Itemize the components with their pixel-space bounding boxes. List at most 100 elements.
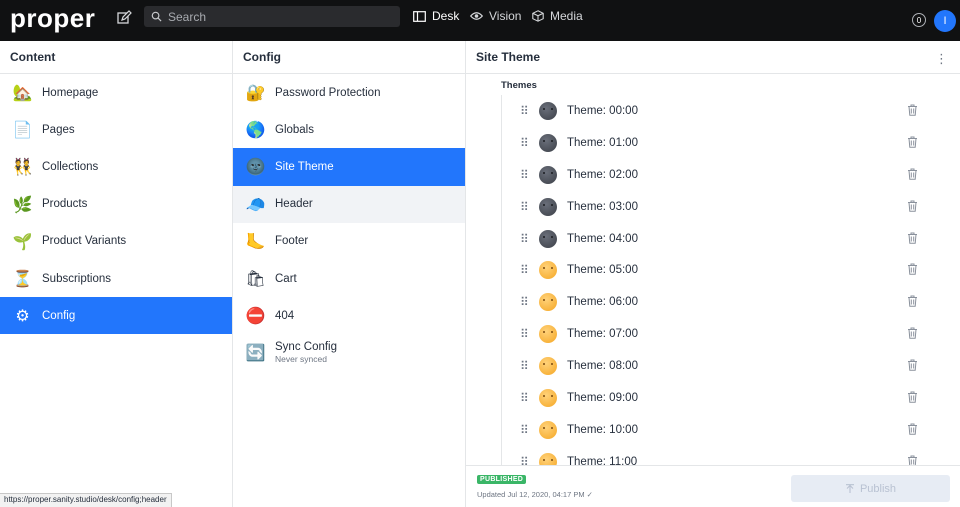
products-icon: 🌿 [12, 194, 33, 214]
user-avatar[interactable]: I [934, 10, 956, 32]
theme-row[interactable]: ⠿ Theme: 11:00 [502, 446, 946, 465]
full-moon-icon [539, 388, 557, 407]
pages-icon: 📄 [12, 120, 33, 140]
new-moon-icon [539, 197, 557, 216]
search-box[interactable] [144, 6, 400, 27]
notification-count[interactable]: 0 [912, 13, 926, 27]
tool-desk[interactable]: Desk [413, 9, 459, 23]
content-item-config[interactable]: ⚙ Config [0, 297, 232, 335]
config-item-404[interactable]: ⛔ 404 [233, 297, 465, 334]
content-item-product-variants[interactable]: 🌱 Product Variants [0, 223, 232, 260]
theme-row[interactable]: ⠿ Theme: 05:00 [502, 254, 946, 286]
theme-title: Theme: 09:00 [567, 391, 638, 404]
desk-icon [413, 10, 426, 22]
trash-icon[interactable] [907, 263, 918, 276]
full-moon-icon [539, 325, 557, 344]
theme-row[interactable]: ⠿ Theme: 10:00 [502, 414, 946, 446]
status-url: https://proper.sanity.studio/desk/config… [0, 493, 172, 507]
config-item-label: Password Protection [275, 86, 381, 99]
theme-row[interactable]: ⠿ Theme: 03:00 [502, 191, 946, 223]
eye-icon [470, 12, 483, 20]
config-item-text: Footer [275, 235, 308, 247]
theme-row[interactable]: ⠿ Theme: 09:00 [502, 382, 946, 414]
collections-icon: 👯 [12, 157, 33, 177]
content-item-subscriptions[interactable]: ⏳ Subscriptions [0, 260, 232, 297]
content-item-label: Homepage [42, 86, 99, 99]
new-moon-icon [539, 133, 557, 152]
compose-icon[interactable] [115, 9, 133, 27]
config-item-site-theme[interactable]: 🌚 Site Theme [233, 148, 465, 186]
drag-handle-icon[interactable]: ⠿ [520, 201, 530, 213]
config-item-text: 404 [275, 310, 294, 322]
studio-logo[interactable]: proper [10, 3, 95, 34]
config-item-label: Footer [275, 235, 309, 248]
theme-row[interactable]: ⠿ Theme: 08:00 [502, 350, 946, 382]
drag-handle-icon[interactable]: ⠿ [520, 456, 530, 465]
subscriptions-icon: ⏳ [12, 269, 33, 289]
top-navbar: proper Desk Vision Media 0 I [0, 0, 960, 41]
more-menu-icon[interactable]: ⋮ [935, 51, 948, 67]
drag-handle-icon[interactable]: ⠿ [520, 233, 530, 245]
trash-icon[interactable] [907, 200, 918, 212]
theme-row[interactable]: ⠿ Theme: 07:00 [502, 318, 946, 350]
drag-handle-icon[interactable]: ⠿ [520, 296, 530, 308]
drag-handle-icon[interactable]: ⠿ [520, 137, 530, 149]
footer-icon: 🦶 [245, 231, 266, 251]
drag-handle-icon[interactable]: ⠿ [520, 264, 530, 276]
config-item-label: Sync Config [275, 341, 338, 354]
config-item-label: Site Theme [275, 160, 334, 173]
content-item-collections[interactable]: 👯 Collections [0, 148, 232, 185]
content-item-homepage[interactable]: 🏡 Homepage [0, 74, 232, 111]
config-item-cart[interactable]: 🛍 Cart [233, 260, 465, 297]
trash-icon[interactable] [907, 423, 918, 435]
search-icon [151, 11, 162, 22]
trash-icon[interactable] [907, 455, 918, 465]
theme-row[interactable]: ⠿ Theme: 04:00 [502, 223, 946, 255]
tool-vision[interactable]: Vision [470, 9, 521, 23]
tool-media[interactable]: Media [532, 9, 583, 23]
config-pane-title: Config [233, 41, 465, 74]
drag-handle-icon[interactable]: ⠿ [520, 328, 530, 340]
config-item-footer[interactable]: 🦶 Footer [233, 223, 465, 260]
theme-row[interactable]: ⠿ Theme: 00:00 [502, 95, 946, 127]
trash-icon[interactable] [907, 136, 918, 148]
trash-icon[interactable] [907, 327, 918, 339]
config-item-text: Password Protection [275, 87, 380, 99]
config-item-text: Header [275, 198, 313, 210]
config-item-header[interactable]: 🧢 Header [233, 185, 465, 223]
document-footer: PUBLISHED Updated Jul 12, 2020, 04:17 PM… [466, 465, 960, 507]
drag-handle-icon[interactable]: ⠿ [520, 360, 530, 372]
theme-row[interactable]: ⠿ Theme: 01:00 [502, 127, 946, 159]
new-moon-icon [539, 101, 557, 120]
tool-desk-label: Desk [432, 9, 460, 23]
trash-icon[interactable] [907, 295, 918, 308]
trash-icon[interactable] [907, 391, 918, 403]
theme-title: Theme: 05:00 [567, 264, 638, 277]
content-pane: Content 🏡 Homepage 📄 Pages 👯 Collections 🌿 Prod… [0, 41, 233, 507]
full-moon-icon [539, 452, 557, 465]
content-pane-title: Content [0, 41, 232, 74]
globals-icon: 🌎 [245, 120, 266, 140]
trash-icon[interactable] [907, 104, 918, 116]
search-input[interactable] [168, 9, 388, 24]
content-item-products[interactable]: 🌿 Products [0, 186, 232, 223]
publish-button[interactable]: Publish [791, 475, 950, 502]
status-badge: PUBLISHED [477, 475, 527, 484]
trash-icon[interactable] [907, 359, 918, 371]
drag-handle-icon[interactable]: ⠿ [520, 392, 530, 404]
drag-handle-icon[interactable]: ⠿ [520, 169, 530, 181]
tool-media-label: Media [550, 9, 583, 23]
config-item-globals[interactable]: 🌎 Globals [233, 111, 465, 148]
config-item-sync-config[interactable]: 🔄 Sync Config Never synced [233, 334, 465, 371]
trash-icon[interactable] [907, 232, 918, 244]
cart-icon: 🛍 [245, 269, 266, 289]
theme-row[interactable]: ⠿ Theme: 06:00 [502, 286, 946, 318]
drag-handle-icon[interactable]: ⠿ [520, 105, 530, 117]
config-item-subtitle: Never synced [275, 354, 327, 365]
config-item-password-protection[interactable]: 🔐 Password Protection [233, 74, 465, 111]
trash-icon[interactable] [907, 168, 918, 180]
new-moon-icon [539, 165, 557, 184]
content-item-pages[interactable]: 📄 Pages [0, 111, 232, 148]
theme-row[interactable]: ⠿ Theme: 02:00 [502, 159, 946, 191]
drag-handle-icon[interactable]: ⠿ [520, 424, 530, 436]
